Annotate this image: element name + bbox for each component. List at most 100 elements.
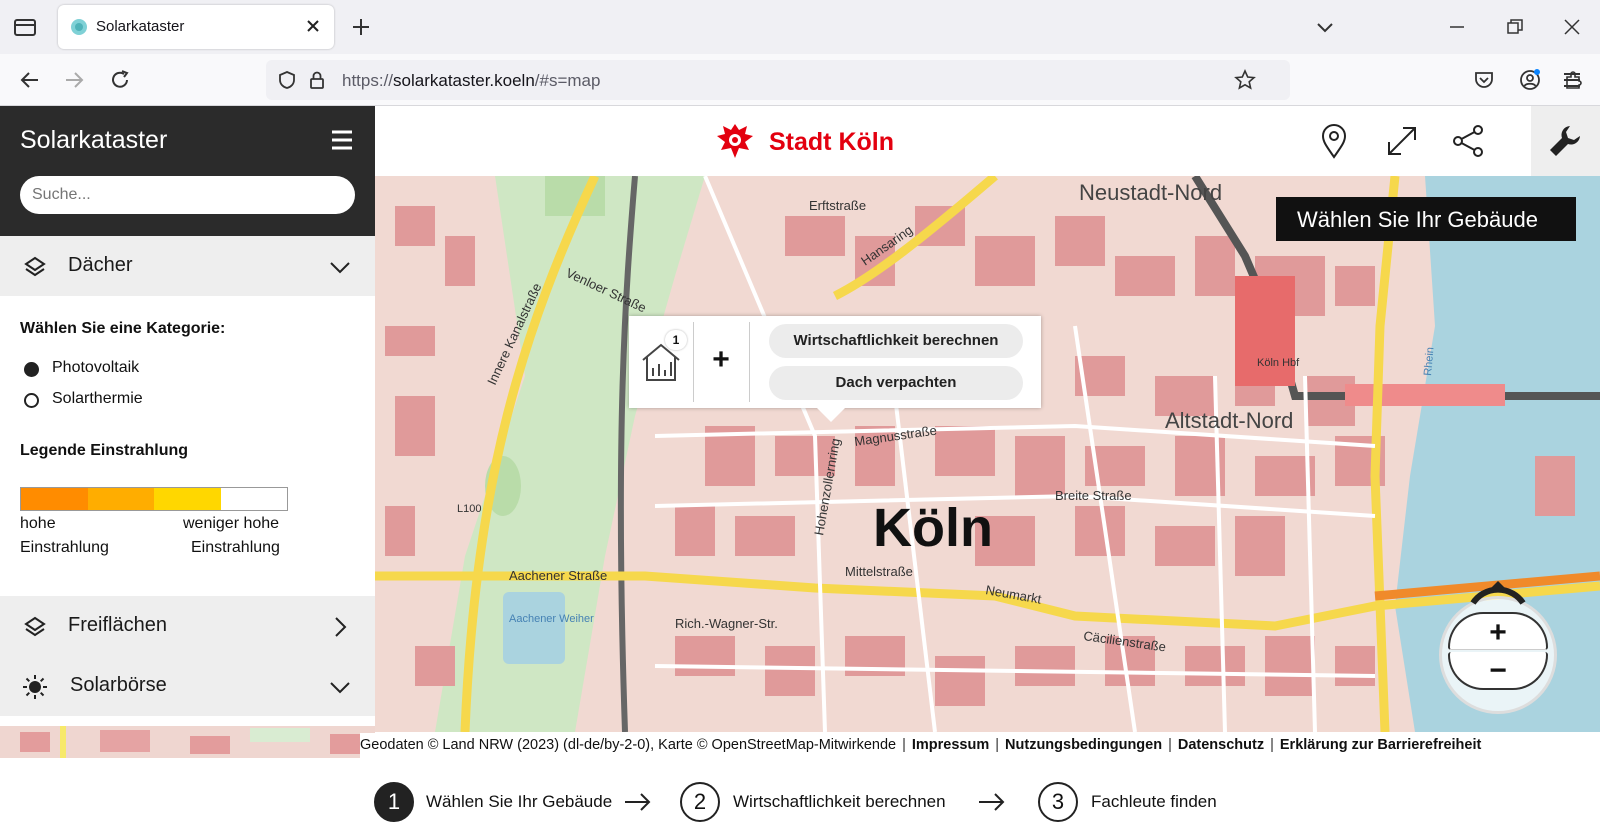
impressum-link[interactable]: Impressum — [912, 737, 989, 753]
forward-icon[interactable] — [62, 68, 86, 92]
city-logo-text: Stadt Köln — [769, 128, 894, 156]
legend-swatch — [21, 488, 88, 510]
arrow-right-icon — [625, 793, 651, 811]
tab-list-icon[interactable] — [12, 15, 38, 39]
sidebar: Solarkataster Dächer Wählen Sie eine Kat… — [0, 106, 375, 758]
privacy-link[interactable]: Datenschutz — [1178, 737, 1264, 753]
section-daecher[interactable]: Dächer — [0, 236, 375, 296]
fullscreen-icon[interactable] — [1383, 122, 1421, 160]
arrow-right-icon — [979, 793, 1005, 811]
favicon-icon — [71, 19, 87, 35]
road-label: Rich.-Wagner-Str. — [675, 616, 778, 631]
map-tooltip: Wählen Sie Ihr Gebäude — [1276, 197, 1576, 241]
pocket-icon[interactable] — [1472, 68, 1496, 92]
section-label: Freiflächen — [68, 614, 167, 636]
restore-icon[interactable] — [1504, 16, 1526, 38]
account-icon[interactable] — [1518, 68, 1542, 92]
legend-low-label: weniger hohe — [183, 515, 280, 532]
category-label: Wählen Sie eine Kategorie: — [20, 320, 226, 337]
section-label: Solarbörse — [70, 674, 167, 696]
legend-swatch — [220, 488, 287, 510]
tab-title: Solarkataster — [96, 18, 185, 35]
chevron-down-icon[interactable] — [329, 676, 351, 698]
map-canvas[interactable]: Köln Neustadt-Nord Altstadt-Nord Aachene… — [375, 176, 1600, 732]
shield-icon[interactable] — [276, 69, 298, 91]
lock-icon[interactable] — [306, 69, 328, 91]
sidebar-title: Solarkataster — [20, 126, 168, 154]
app-menu-icon[interactable] — [1560, 68, 1584, 92]
road-label: Aachener Straße — [509, 568, 607, 583]
browser-tab-bar: Solarkataster — [0, 0, 1600, 54]
search-input[interactable] — [20, 176, 355, 214]
reload-icon[interactable] — [108, 68, 132, 92]
road-ref-label: L100 — [457, 503, 481, 515]
terms-link[interactable]: Nutzungsbedingungen — [1005, 737, 1162, 753]
lease-roof-button[interactable]: Dach verpachten — [769, 366, 1023, 400]
map-strip — [0, 726, 375, 758]
radio-solarthermie[interactable] — [24, 393, 39, 408]
attribution-text: Geodaten © Land NRW (2023) (dl-de/by-2-0… — [360, 737, 897, 753]
legend-low-label-2: Einstrahlung — [191, 539, 280, 556]
step-label-1[interactable]: Wählen Sie Ihr Gebäude — [426, 792, 612, 812]
add-icon[interactable]: + — [703, 342, 739, 378]
station-building — [1235, 276, 1295, 386]
legend-color-bar — [20, 487, 288, 511]
hamburger-menu-icon[interactable] — [330, 128, 354, 152]
url-bar[interactable]: https://solarkataster.koeln/#s=map — [266, 60, 1290, 100]
attribution-bar: Geodaten © Land NRW (2023) (dl-de/by-2-0… — [360, 733, 1600, 758]
back-icon[interactable] — [18, 68, 42, 92]
map-view[interactable]: Köln Neustadt-Nord Altstadt-Nord Aachene… — [375, 176, 1600, 732]
radio-label: Photovoltaik — [52, 359, 140, 376]
legend-swatch — [87, 488, 154, 510]
bookmark-star-icon[interactable] — [1234, 69, 1256, 91]
building-popup: 1 + Wirtschaftlichkeit berechnen Dach ve… — [629, 316, 1041, 422]
chevron-right-icon[interactable] — [329, 616, 351, 638]
location-pin-icon[interactable] — [1315, 122, 1353, 160]
road-label: Erftstraße — [809, 198, 866, 213]
step-label-3[interactable]: Fachleute finden — [1091, 792, 1217, 812]
lake-label: Aachener Weiher — [509, 613, 594, 625]
new-tab-icon[interactable] — [350, 16, 372, 38]
step-label-2[interactable]: Wirtschaftlichkeit berechnen — [733, 792, 946, 812]
zoom-in-button[interactable]: + — [1448, 612, 1548, 650]
step-number-2[interactable]: 2 — [680, 782, 720, 822]
share-icon[interactable] — [1449, 122, 1487, 160]
progress-steps: 1 Wählen Sie Ihr Gebäude 2 Wirtschaftlic… — [360, 762, 1600, 838]
divider — [693, 322, 694, 402]
browser-nav-bar: https://solarkataster.koeln/#s=map — [0, 54, 1600, 106]
station-label: Köln Hbf — [1257, 357, 1300, 369]
tools-button[interactable] — [1531, 106, 1600, 176]
radio-label: Solarthermie — [52, 390, 143, 407]
sidebar-header: Solarkataster — [0, 106, 375, 236]
compass-icon[interactable] — [1468, 581, 1528, 605]
close-window-icon[interactable] — [1561, 16, 1583, 38]
sun-icon — [23, 675, 47, 699]
calculate-profitability-button[interactable]: Wirtschaftlichkeit berechnen — [769, 324, 1023, 358]
cologne-crest-icon — [717, 124, 753, 158]
count-badge: 1 — [665, 330, 687, 350]
divider — [749, 322, 750, 402]
section-label: Dächer — [68, 254, 133, 276]
tab-overflow-chevron-icon[interactable] — [1314, 16, 1336, 38]
wrench-icon — [1550, 126, 1580, 156]
step-number-3[interactable]: 3 — [1038, 782, 1078, 822]
minimize-icon[interactable] — [1446, 16, 1468, 38]
city-label: Köln — [873, 498, 993, 558]
section-solarboerse[interactable]: Solarbörse — [0, 656, 375, 716]
layers-icon — [24, 616, 46, 637]
browser-tab[interactable]: Solarkataster — [58, 5, 334, 49]
radio-photovoltaik[interactable] — [24, 362, 39, 377]
river-label: Rhein — [1422, 347, 1436, 377]
district-label: Neustadt-Nord — [1079, 180, 1222, 205]
chevron-down-icon[interactable] — [329, 256, 351, 278]
legend-title: Legende Einstrahlung — [20, 442, 189, 459]
section-freiflaechen[interactable]: Freiflächen — [0, 596, 375, 656]
road-label: Breite Straße — [1055, 488, 1132, 503]
app-header: Stadt Köln — [375, 106, 1600, 176]
accessibility-link[interactable]: Erklärung zur Barrierefreiheit — [1280, 737, 1481, 753]
legend-high-label: hohe — [20, 515, 56, 532]
step-number-1[interactable]: 1 — [374, 782, 414, 822]
close-tab-icon[interactable] — [304, 17, 322, 35]
legend-high-label-2: Einstrahlung — [20, 539, 109, 556]
road-label: Mittelstraße — [845, 564, 913, 579]
